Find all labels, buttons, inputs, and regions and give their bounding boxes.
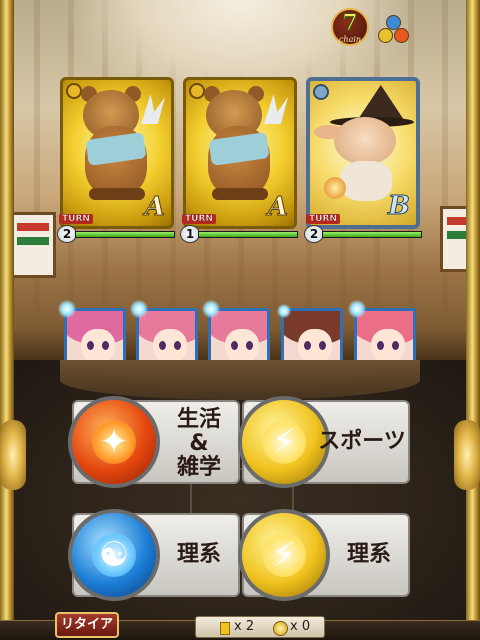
- turn-count: 2: [304, 225, 324, 243]
- skill-ready-icon: [58, 300, 76, 318]
- answer-button-4[interactable]: ⚡ 理系: [238, 509, 410, 601]
- gold-frame-right: [466, 0, 480, 640]
- skill-ready-icon: [348, 300, 366, 318]
- skill-ready-icon: [202, 300, 220, 318]
- enemy-card-1[interactable]: A: [60, 77, 174, 229]
- skill-ready-icon: [130, 300, 148, 318]
- rabbit-witch-monster-icon: [334, 117, 396, 165]
- turn-label: TURN: [182, 214, 216, 224]
- answer-label: 理系: [176, 542, 221, 567]
- rank-gem-icon: [313, 84, 329, 100]
- water-orb-icon: ☯: [68, 509, 160, 601]
- chain-label: chain: [338, 35, 362, 44]
- rank-gem-icon: [66, 83, 82, 99]
- thunder-orb-icon: [378, 28, 393, 43]
- enemy-card-3[interactable]: B: [306, 77, 420, 229]
- answer-button-2[interactable]: ⚡ スポーツ: [238, 396, 410, 488]
- turn-label: TURN: [306, 214, 340, 224]
- fire-orb-icon: [394, 28, 409, 43]
- arena-banner-left: [10, 212, 56, 278]
- thunder-orb-icon: ⚡: [238, 509, 330, 601]
- coin-icon: [273, 621, 288, 636]
- game-screen: 7 chain A A B TURN 2 TURN 1 TURN 2 ✦ 生活 …: [0, 0, 480, 640]
- chain-count: 7: [342, 10, 358, 37]
- retire-button[interactable]: リタイア: [55, 612, 119, 638]
- enemy-card-2[interactable]: A: [183, 77, 297, 229]
- item-counter: x 2 x 0: [195, 616, 325, 638]
- enemy-hp-bar: [322, 231, 422, 238]
- panel-ornament: [60, 360, 420, 400]
- answer-label: スポーツ: [318, 429, 406, 454]
- gold-frame-left: [0, 0, 14, 640]
- ticket-icon: [220, 622, 230, 635]
- enemy-turn-2: TURN 1: [178, 214, 300, 243]
- fire-orb-icon: ✦: [68, 396, 160, 488]
- frame-ornament-left: [0, 420, 26, 490]
- enemy-hp-bar: [75, 231, 175, 238]
- ticket-count: x 2: [234, 619, 255, 634]
- enemy-turn-1: TURN 2: [55, 214, 177, 243]
- turn-label: TURN: [59, 214, 93, 224]
- answer-button-3[interactable]: ☯ 理系: [68, 509, 240, 601]
- rank-gem-icon: [189, 83, 205, 99]
- turn-count: 2: [57, 225, 77, 243]
- enemy-turn-3: TURN 2: [302, 214, 424, 243]
- answer-button-1[interactable]: ✦ 生活 & 雑学: [68, 396, 240, 488]
- coin-count: x 0: [290, 619, 311, 634]
- skill-ready-icon: [277, 304, 291, 318]
- answer-label: 生活 & 雑学: [176, 407, 221, 480]
- turn-count: 1: [180, 225, 200, 243]
- chain-counter: 7 chain: [331, 8, 369, 46]
- frame-ornament-right: [454, 420, 480, 490]
- enemy-hp-bar: [198, 231, 298, 238]
- answer-label: 理系: [346, 542, 391, 567]
